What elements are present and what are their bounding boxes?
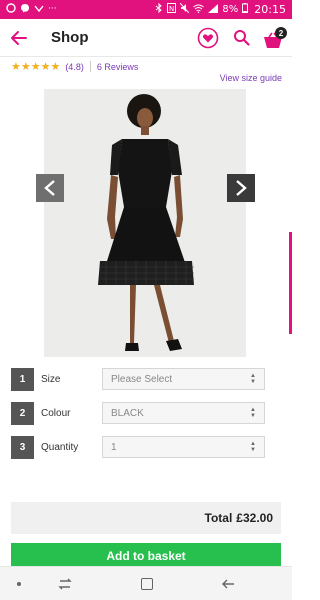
quantity-select-value: 1 (111, 441, 117, 453)
select-arrows-icon: ▲ ▼ (250, 407, 256, 419)
status-time: 20:15 (254, 3, 286, 16)
size-option-row: 1 Size Please Select ▲ ▼ (11, 367, 281, 391)
total-value: £32.00 (236, 511, 273, 525)
mute-icon (180, 2, 190, 16)
chevron-right-icon (236, 180, 247, 196)
quantity-label: Quantity (41, 441, 79, 453)
basket-button[interactable]: 2 (263, 27, 287, 50)
edge-panel-handle[interactable] (289, 232, 292, 334)
system-nav-bar (0, 566, 292, 600)
quantity-option-row: 3 Quantity 1 ▲ ▼ (11, 435, 281, 459)
select-arrows-icon: ▲ ▼ (250, 441, 256, 453)
step-number: 1 (11, 367, 34, 391)
image-next-button[interactable] (227, 174, 255, 202)
basket-count-badge: 2 (275, 27, 287, 39)
avatar-icon (34, 3, 44, 16)
status-left: ··· (6, 3, 57, 16)
size-label: Size (41, 373, 61, 385)
battery-icon (242, 3, 249, 16)
rating-stars: ★★★★★ (11, 60, 61, 73)
battery-percent: 8% (222, 4, 239, 15)
colour-select[interactable]: BLACK ▲ ▼ (102, 402, 265, 424)
reviews-link[interactable]: 6 Reviews (97, 62, 139, 72)
messenger-icon (20, 3, 30, 16)
total-bar: Total £32.00 (11, 502, 281, 534)
chevron-left-icon (44, 180, 55, 196)
opera-icon (6, 3, 16, 16)
step-number: 3 (11, 435, 34, 459)
more-icon: ··· (48, 4, 57, 14)
dress-model-illustration (44, 89, 246, 357)
size-guide-link[interactable]: View size guide (220, 73, 282, 83)
total-label: Total (204, 511, 233, 525)
signal-icon (208, 3, 219, 16)
search-icon[interactable] (233, 29, 250, 46)
svg-text:N: N (169, 5, 174, 13)
colour-option-row: 2 Colour BLACK ▲ ▼ (11, 401, 281, 425)
recents-icon[interactable] (58, 577, 72, 591)
colour-label: Colour (41, 407, 71, 419)
status-bar: ··· N 8% 20:15 (0, 0, 292, 19)
size-select-value: Please Select (111, 373, 173, 385)
status-right: N 8% 20:15 (155, 2, 286, 16)
product-image[interactable] (44, 89, 246, 357)
back-icon[interactable] (221, 577, 235, 591)
colour-select-value: BLACK (111, 407, 144, 419)
rating-divider (89, 61, 91, 72)
bluetooth-icon (155, 2, 163, 16)
wifi-icon (193, 4, 205, 16)
nfc-icon: N (167, 3, 177, 16)
home-icon[interactable] (141, 578, 153, 590)
image-prev-button[interactable] (36, 174, 64, 202)
nav-dot-icon (17, 582, 21, 586)
select-arrows-icon: ▲ ▼ (250, 373, 256, 385)
wishlist-heart-icon[interactable] (197, 27, 219, 49)
rating-row: ★★★★★ (4.8) 6 Reviews (11, 60, 138, 73)
back-arrow-icon[interactable] (10, 29, 28, 47)
rating-value: (4.8) (65, 61, 84, 72)
quantity-select[interactable]: 1 ▲ ▼ (102, 436, 265, 458)
app-bar: Shop 2 (0, 19, 292, 57)
add-to-basket-button[interactable]: Add to basket (11, 543, 281, 567)
page-title: Shop (51, 29, 89, 46)
step-number: 2 (11, 401, 34, 425)
size-select[interactable]: Please Select ▲ ▼ (102, 368, 265, 390)
